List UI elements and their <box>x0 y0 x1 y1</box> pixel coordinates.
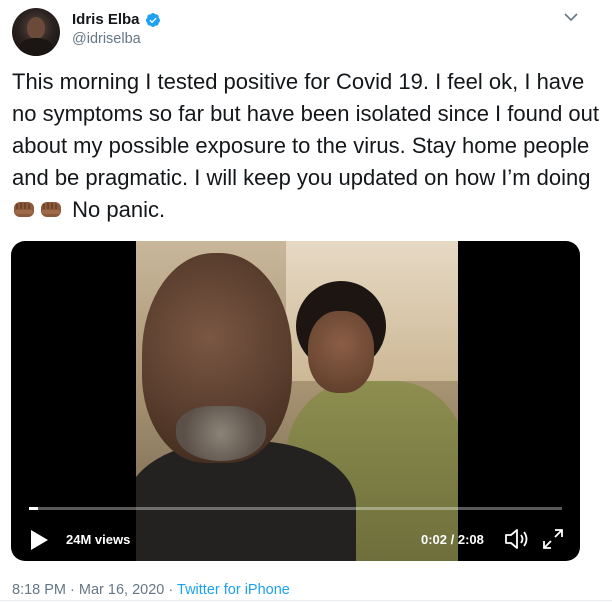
tweet-card: Idris Elba @idriselba This morning I tes… <box>0 0 612 602</box>
tweet-meta: 8:18 PM · Mar 16, 2020 · Twitter for iPh… <box>12 582 290 598</box>
chevron-down-icon[interactable] <box>564 12 578 22</box>
play-icon[interactable] <box>29 529 49 551</box>
tweet-text-main: This morning I tested positive for Covid… <box>12 69 600 190</box>
video-frame <box>136 241 458 561</box>
avatar-body <box>19 38 53 56</box>
tweet-time[interactable]: 8:18 PM <box>12 582 66 598</box>
author-display-name[interactable]: Idris Elba <box>72 11 140 28</box>
avatar-head <box>27 17 45 39</box>
tweet-date[interactable]: Mar 16, 2020 <box>79 582 164 598</box>
video-progress-bar[interactable] <box>29 507 562 510</box>
author-name-row: Idris Elba <box>72 11 161 28</box>
fisted-hand-emoji-icon <box>14 202 34 217</box>
author-handle[interactable]: @idriselba <box>72 31 141 47</box>
video-person-face <box>308 311 374 393</box>
fisted-hand-emoji-icon <box>41 202 61 217</box>
verified-badge-icon <box>145 12 160 27</box>
tweet-text: This morning I tested positive for Covid… <box>12 66 602 226</box>
video-progress-fill <box>29 507 38 510</box>
meta-separator: · <box>70 582 75 598</box>
volume-icon[interactable] <box>504 527 530 551</box>
video-player[interactable]: 24M views 0:02 / 2:08 <box>11 241 580 561</box>
author-avatar[interactable] <box>12 8 60 56</box>
tweet-source-link[interactable]: Twitter for iPhone <box>177 582 290 598</box>
video-time: 0:02 / 2:08 <box>421 532 484 547</box>
tweet-text-closing: No panic. <box>72 197 166 222</box>
video-controls: 24M views 0:02 / 2:08 <box>11 521 580 557</box>
tweet-divider <box>0 600 612 601</box>
meta-separator: · <box>168 582 174 598</box>
video-man-beard <box>176 406 266 461</box>
video-view-count: 24M views <box>66 532 131 547</box>
fullscreen-icon[interactable] <box>542 528 564 550</box>
